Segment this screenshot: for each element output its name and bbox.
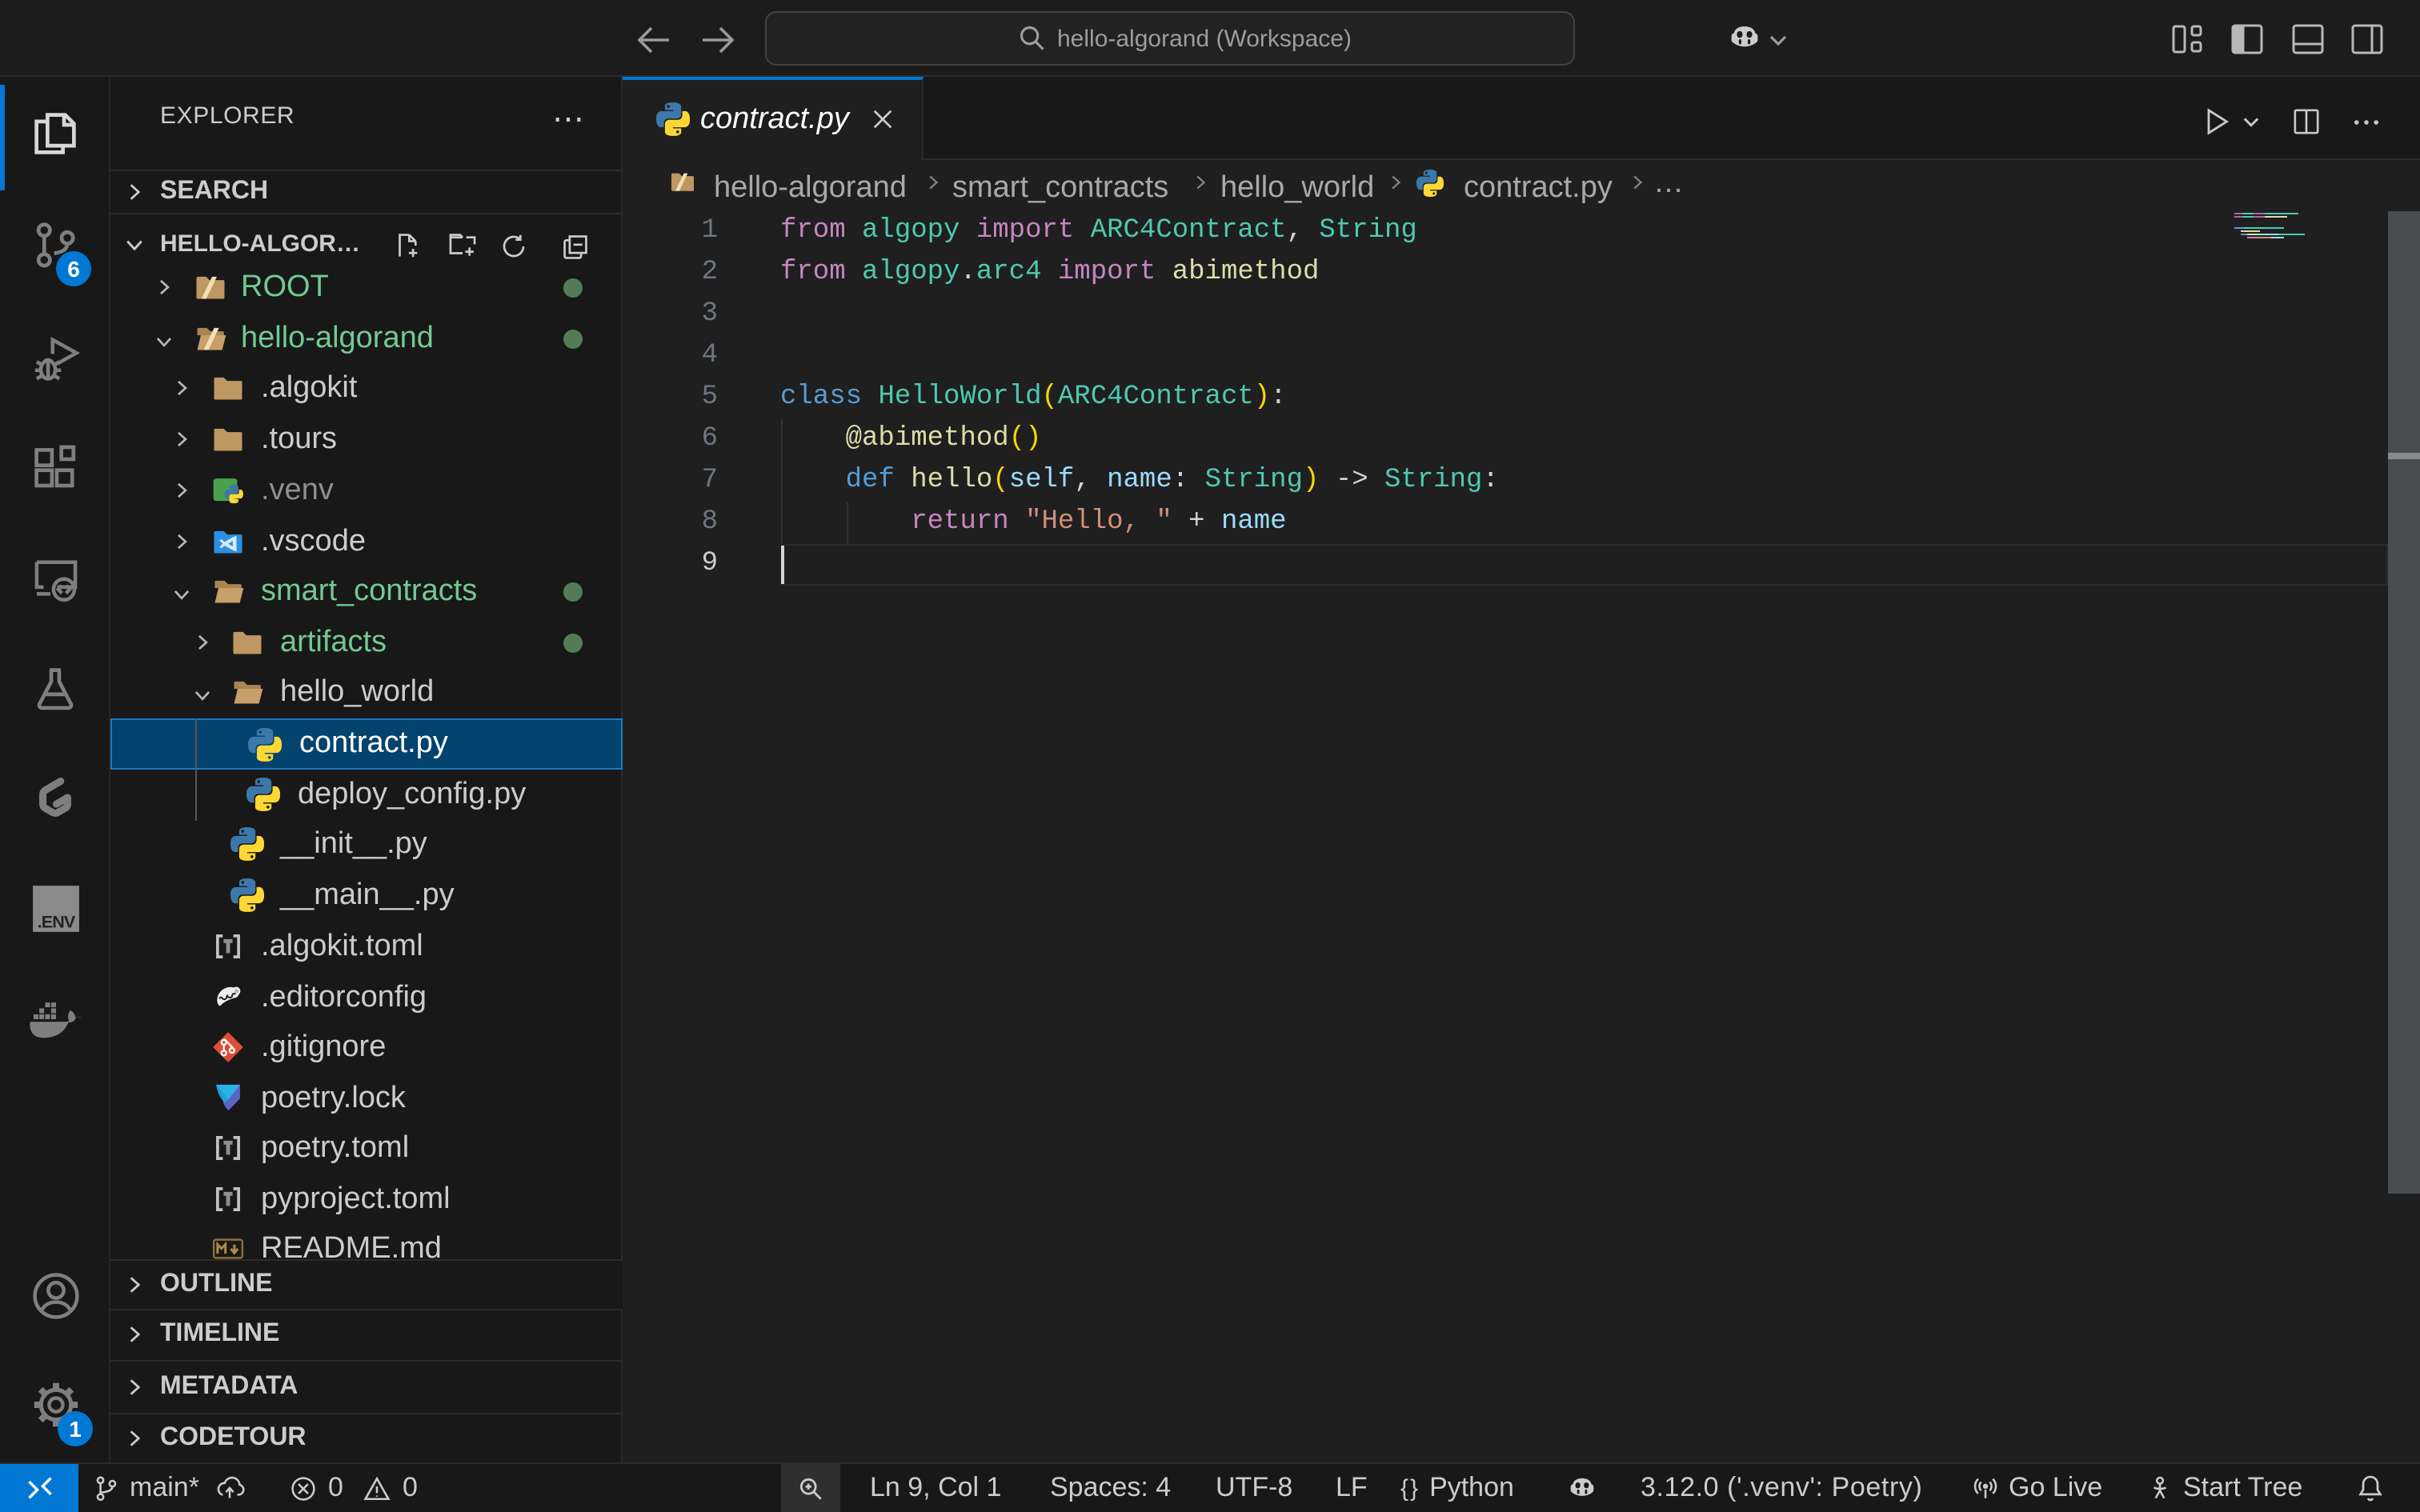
svg-text:.ENV: .ENV: [37, 913, 75, 932]
